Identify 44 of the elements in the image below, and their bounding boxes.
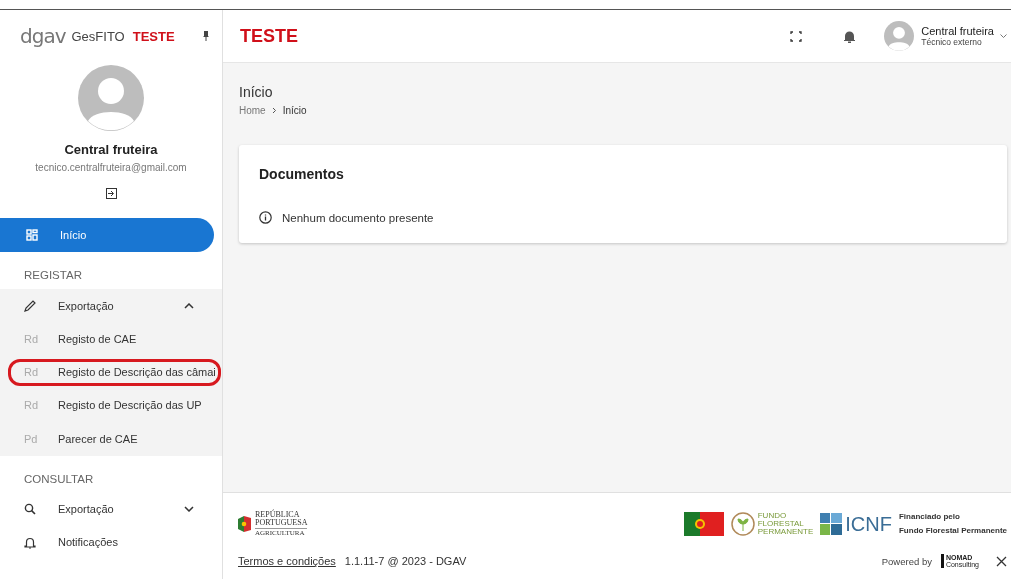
empty-message: Nenhum documento presente xyxy=(282,211,434,224)
search-icon xyxy=(24,503,36,515)
environment-label: TESTE xyxy=(132,28,175,44)
nav-group[interactable]: Exportação xyxy=(0,492,222,526)
avatar-icon xyxy=(884,21,915,51)
fullscreen-icon[interactable] xyxy=(790,30,803,42)
page-title: Início xyxy=(239,84,274,100)
section-heading: REGISTAR xyxy=(23,268,83,283)
breadcrumb-item[interactable]: Home xyxy=(239,105,266,116)
bell-icon[interactable] xyxy=(844,29,856,43)
nav-subitem[interactable]: Rd Registo de Descrição das câmai xyxy=(8,358,221,386)
dgav-logo: dgav xyxy=(20,24,66,48)
info-icon xyxy=(259,211,272,224)
user-email: tecnico.centralfruteira@gmail.com xyxy=(34,162,188,173)
icnf-logo: ICNF xyxy=(820,512,892,536)
user-role: Técnico externo xyxy=(921,37,983,47)
dashboard-icon xyxy=(26,229,38,241)
fund-logo: FUNDO FLORESTAL PERMANENTE xyxy=(730,512,814,536)
chevron-right-icon xyxy=(271,107,277,114)
pencil-icon xyxy=(24,299,36,312)
card-title: Documentos xyxy=(259,166,345,182)
nav-subitem[interactable]: Rd Registo de CAE xyxy=(8,322,221,356)
terms-link[interactable]: Termos e condições xyxy=(238,555,336,567)
nav-group[interactable]: Notificações xyxy=(0,525,222,559)
nav-subitem[interactable]: Pd Parecer de CAE xyxy=(8,422,221,456)
version-text: 1.1.11-7 @ 2023 - DGAV xyxy=(344,555,467,567)
user-name: Central fruteira xyxy=(921,25,994,37)
funding-text: Financiado pelo Fundo Florestal Permanente xyxy=(898,511,1007,537)
close-icon[interactable] xyxy=(996,555,1007,567)
chevron-down-icon[interactable] xyxy=(1000,34,1007,38)
nav-item[interactable]: Início xyxy=(0,218,214,252)
avatar-icon xyxy=(78,65,144,131)
breadcrumb-item: Início xyxy=(282,105,307,116)
flag-icon xyxy=(683,512,724,536)
nav-subitem[interactable]: Rd Registo de Descrição das UP xyxy=(8,388,221,422)
section-heading: CONSULTAR xyxy=(23,471,95,487)
nav-group[interactable]: Exportação xyxy=(0,289,222,322)
powered-by-text: Powered by xyxy=(881,555,932,567)
app-name: GesFITO xyxy=(71,28,125,44)
bell-icon xyxy=(24,535,36,549)
pin-icon[interactable] xyxy=(202,31,209,41)
page-header-title: TESTE xyxy=(240,25,299,47)
user-name: Central fruteira xyxy=(63,142,159,157)
logout-icon[interactable] xyxy=(105,188,117,199)
